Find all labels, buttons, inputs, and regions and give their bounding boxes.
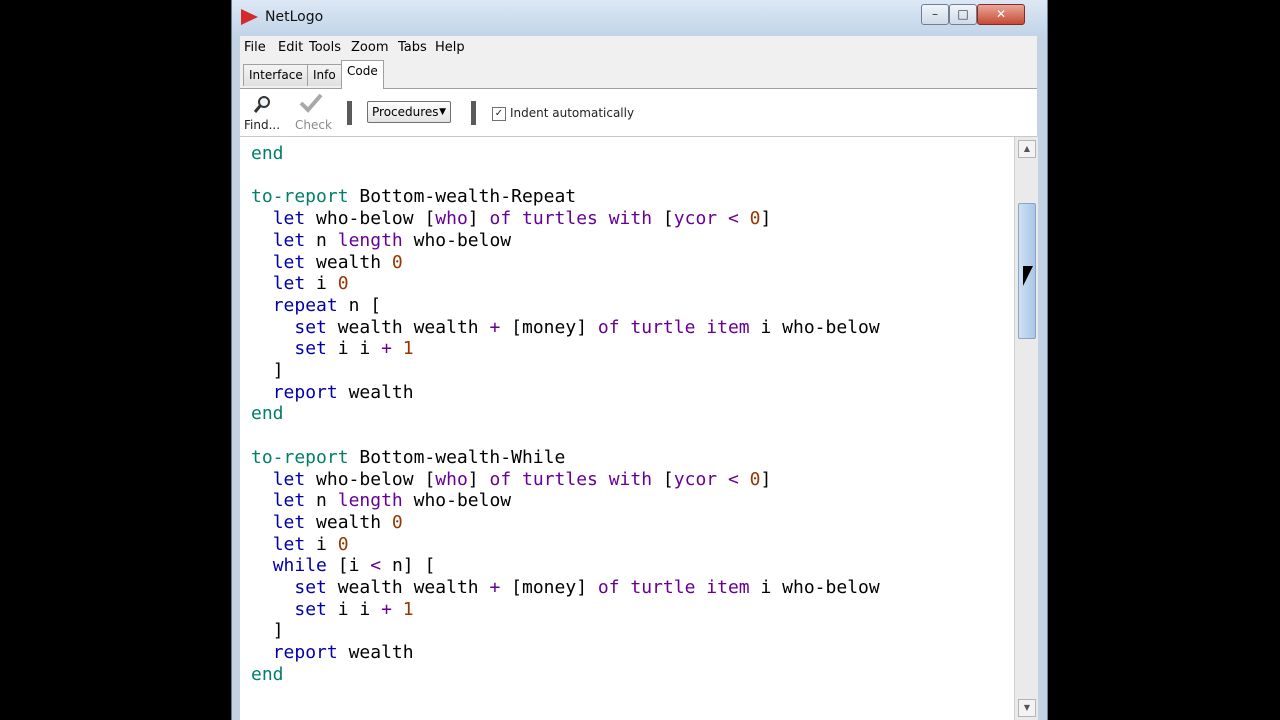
procedures-dropdown[interactable]: Procedures ▼ [367,101,451,123]
code-line: to-report Bottom-wealth-While [251,446,566,468]
code-line: end [251,143,284,164]
code-line: ] [272,620,284,642]
close-button[interactable]: ✕ [977,4,1025,25]
code-line: let who-below [who] of turtles with [yco… [272,208,772,230]
title-bar[interactable]: NetLogo – □ ✕ [232,0,1047,36]
dropdown-arrow-icon: ▼ [439,107,446,117]
code-line: set i i + 1 [294,338,414,360]
code-toolbar: Find... Check Procedures ▼ ✓ Indent auto… [240,89,1037,137]
minimize-button[interactable]: – [921,4,949,25]
check-label: Check [295,118,332,132]
menu-file[interactable]: File [244,40,266,55]
code-line: ] [272,360,284,382]
mouse-pointer-icon [1023,266,1033,286]
window-client-area: File Edit Tools Zoom Tabs Help Interface… [240,36,1038,720]
menu-edit[interactable]: Edit [278,40,303,55]
netlogo-window: NetLogo – □ ✕ File Edit Tools Zoom Tabs … [231,0,1048,720]
code-line: set wealth wealth + [money] of turtle it… [294,316,880,338]
code-line: set wealth wealth + [money] of turtle it… [294,577,880,599]
menu-help[interactable]: Help [435,40,465,55]
scroll-down-arrow-icon[interactable]: ▼ [1018,699,1036,717]
code-line: let who-below [who] of turtles with [yco… [272,468,772,490]
maximize-button[interactable]: □ [949,4,977,25]
code-line: let n length who-below [272,229,512,251]
toolbar-separator [471,101,476,125]
code-line: set i i + 1 [294,598,414,620]
code-line: let i 0 [272,273,349,295]
magnifier-icon [253,96,270,113]
tab-code[interactable]: Code [341,60,384,89]
find-button[interactable]: Find... [242,89,282,136]
window-title: NetLogo [265,9,324,25]
code-line: let n length who-below [272,490,512,512]
code-text[interactable]: end to-report Bottom-wealth-Repeat let w… [251,143,880,686]
tab-info[interactable]: Info [307,64,342,86]
procedures-label: Procedures [372,105,439,119]
check-button[interactable]: Check [290,89,332,136]
code-line: while [i < n] [ [272,555,436,577]
menu-bar: File Edit Tools Zoom Tabs Help [240,36,1037,59]
toolbar-separator [347,101,352,125]
vertical-scrollbar[interactable]: ▲ ▼ [1014,137,1038,720]
menu-zoom[interactable]: Zoom [351,40,388,55]
code-line: let wealth 0 [272,251,403,273]
checkmark-icon [299,93,323,113]
code-line: end [251,663,284,685]
code-line: repeat n [ [272,294,382,316]
indent-label: Indent automatically [510,106,635,120]
menu-tabs[interactable]: Tabs [398,40,427,55]
menu-tools[interactable]: Tools [309,40,341,55]
code-editor[interactable]: end to-report Bottom-wealth-Repeat let w… [240,137,1014,720]
scroll-up-arrow-icon[interactable]: ▲ [1018,140,1036,158]
code-line: to-report Bottom-wealth-Repeat [251,186,577,208]
code-line: end [251,403,284,425]
find-label: Find... [244,118,281,132]
netlogo-logo-icon [241,9,258,25]
indent-checkbox[interactable]: ✓ [492,107,506,121]
code-line: report wealth [272,642,414,664]
code-line: let wealth 0 [272,511,403,533]
code-line: report wealth [272,381,414,403]
code-line: let i 0 [272,533,349,555]
tab-bar: Interface Info Code [240,59,1037,89]
tab-interface[interactable]: Interface [243,64,309,86]
